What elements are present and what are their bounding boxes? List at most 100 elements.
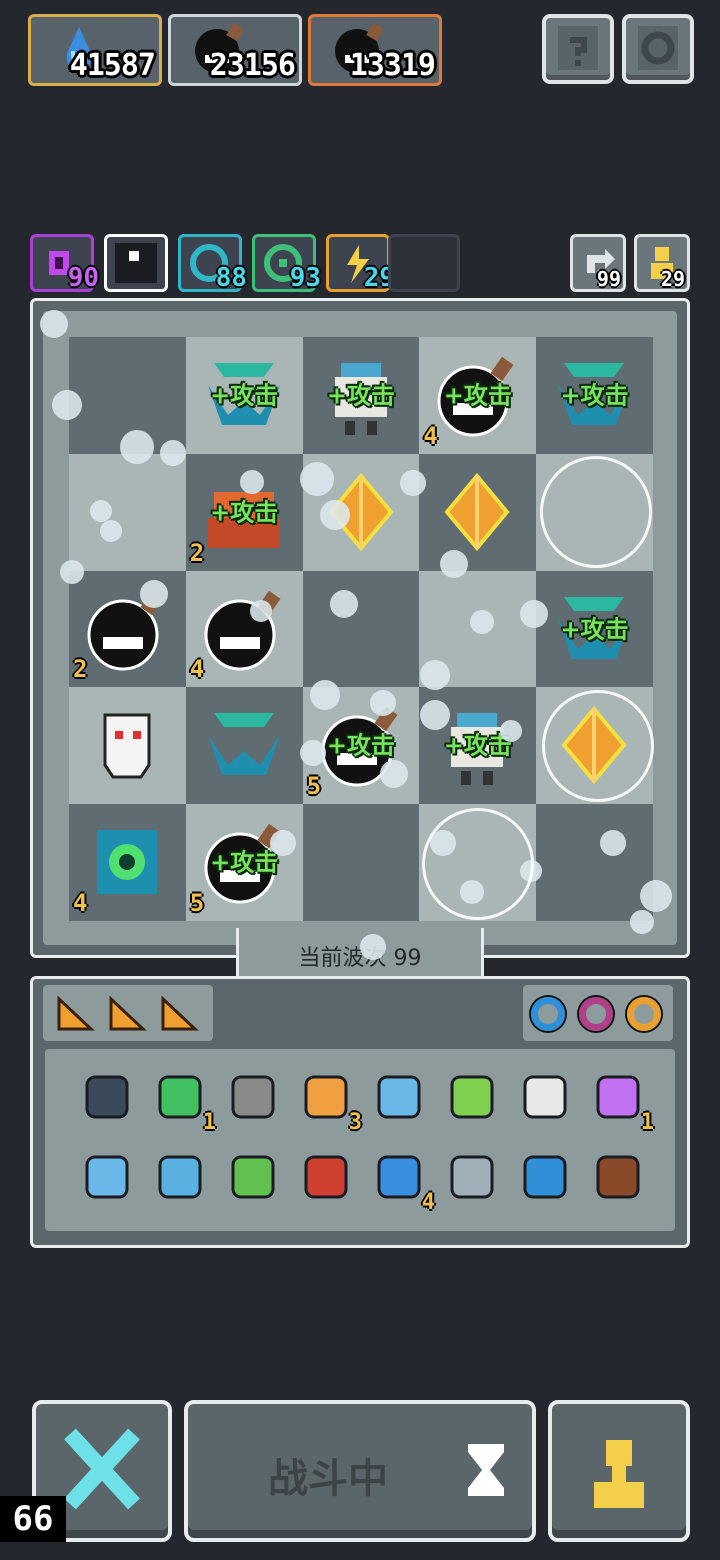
shield-icon[interactable] xyxy=(77,1067,137,1127)
snow-particle xyxy=(500,720,522,742)
board-cell[interactable]: +攻击 xyxy=(185,337,303,454)
snow-particle xyxy=(330,590,358,618)
board-cell[interactable]: +攻击 4 xyxy=(419,337,537,454)
battle-status-button[interactable]: 战斗中 xyxy=(184,1400,536,1542)
pawn-button[interactable]: 29 xyxy=(634,234,690,292)
snow-particle xyxy=(400,470,426,496)
attack-buff-label: +攻击 xyxy=(326,381,396,410)
currency-skull-orange: 13319 xyxy=(308,14,442,86)
pawn-count: 29 xyxy=(660,267,685,291)
molecule-icon[interactable] xyxy=(150,1147,210,1207)
attack-buff-label: +攻击 xyxy=(210,381,279,410)
board-cell[interactable]: +攻击 xyxy=(536,570,653,688)
attack-buff-label: +攻击 xyxy=(326,731,396,760)
skill-cyan-slot[interactable]: 88 xyxy=(178,234,247,293)
ring-tray xyxy=(523,985,673,1041)
inventory-items: 1 3 1 4 xyxy=(45,1049,675,1231)
star-flare-icon[interactable]: 1 xyxy=(588,1067,654,1135)
hourglass-icon xyxy=(468,1444,504,1496)
battle-status-label: 战斗中 xyxy=(268,1456,388,1502)
skill-purple-slot[interactable]: 90 xyxy=(30,234,99,293)
currency-value: 41587 xyxy=(69,48,156,83)
snow-particle xyxy=(60,560,84,584)
range-ring xyxy=(422,808,534,920)
dice-icon xyxy=(115,243,157,283)
skill-count: 90 xyxy=(67,263,99,293)
currency-water: 41587 xyxy=(28,14,162,86)
pawn-action-button[interactable] xyxy=(548,1400,690,1542)
triangle-shard-icon[interactable] xyxy=(105,993,149,1033)
mushroom-icon[interactable]: 3 xyxy=(296,1067,362,1135)
snow-particle xyxy=(300,462,334,496)
board-cell[interactable]: 2 xyxy=(69,570,186,688)
snow-particle xyxy=(360,934,386,960)
gear-icon xyxy=(638,26,678,70)
board-cell[interactable] xyxy=(302,804,420,921)
board-cell[interactable] xyxy=(536,804,653,921)
skill-empty-slot xyxy=(388,234,460,292)
portal-unit-icon xyxy=(77,812,177,912)
triangle-shard-icon[interactable] xyxy=(157,993,201,1033)
attack-buff-label: +攻击 xyxy=(560,381,629,410)
skill-count: 93 xyxy=(289,263,321,293)
help-icon xyxy=(558,26,598,70)
cake-icon[interactable] xyxy=(442,1147,502,1207)
treasure-chest-icon[interactable] xyxy=(588,1147,648,1207)
board-cell[interactable]: +攻击 5 xyxy=(185,804,303,921)
unit-level: 5 xyxy=(306,772,322,801)
snow-particle xyxy=(440,550,468,578)
snow-particle xyxy=(470,610,494,634)
snow-particle xyxy=(420,700,450,730)
attack-buff-label: +攻击 xyxy=(210,848,279,877)
emerald-icon[interactable]: 1 xyxy=(150,1067,216,1135)
gold-ring-icon[interactable] xyxy=(627,997,661,1031)
unit-level: 2 xyxy=(189,538,205,567)
board-cell[interactable]: +攻击 xyxy=(536,337,653,454)
skill-count: 88 xyxy=(215,263,247,293)
refresh-button[interactable]: 99 xyxy=(570,234,626,292)
board-cell[interactable]: 4 xyxy=(69,804,186,921)
board-cell[interactable] xyxy=(69,453,186,571)
board-cell[interactable] xyxy=(419,453,537,571)
help-button[interactable] xyxy=(542,14,614,84)
skill-orange-slot[interactable]: 29 xyxy=(326,234,395,293)
blue-ring-icon[interactable] xyxy=(531,997,565,1031)
snow-particle xyxy=(52,390,82,420)
blue-coin-icon[interactable] xyxy=(515,1147,575,1207)
shard-tray xyxy=(43,985,213,1041)
purple-ring-icon[interactable] xyxy=(579,997,613,1031)
board-cell[interactable] xyxy=(302,570,420,688)
maple-leaf-icon[interactable] xyxy=(296,1147,356,1207)
green-orb-icon[interactable] xyxy=(223,1147,283,1207)
hammer-icon[interactable] xyxy=(223,1067,283,1127)
eye-icon[interactable] xyxy=(515,1067,575,1127)
item-count: 3 xyxy=(348,1110,362,1135)
skill-dice-slot[interactable] xyxy=(104,234,168,292)
board-cell[interactable]: +攻击 xyxy=(302,337,420,454)
skill-green-slot[interactable]: 93 xyxy=(252,234,321,293)
inventory-panel: 1 3 1 4 xyxy=(30,976,690,1248)
range-ring xyxy=(540,456,652,568)
board-cell[interactable]: 4 xyxy=(185,570,303,688)
unit-level: 5 xyxy=(189,888,205,917)
ghost-unit-icon xyxy=(77,695,177,795)
currency-value: 13319 xyxy=(349,48,436,83)
potion-icon[interactable] xyxy=(442,1067,502,1127)
drone-unit-icon xyxy=(194,695,294,795)
snow-particle xyxy=(240,470,264,494)
range-ring xyxy=(542,690,654,802)
board-cell[interactable] xyxy=(185,687,303,805)
snow-particle xyxy=(380,760,408,788)
bottle-icon[interactable] xyxy=(77,1147,137,1207)
water-drop-icon[interactable]: 4 xyxy=(369,1147,435,1215)
snow-particle xyxy=(100,520,122,542)
board-cell[interactable] xyxy=(69,687,186,805)
snow-particle xyxy=(520,600,548,628)
refresh-count: 99 xyxy=(596,267,621,291)
fish-icon[interactable] xyxy=(369,1067,429,1127)
settings-button[interactable] xyxy=(622,14,694,84)
attack-buff-label: +攻击 xyxy=(210,498,279,527)
snow-particle xyxy=(420,660,450,690)
snow-particle xyxy=(90,500,112,522)
triangle-shard-icon[interactable] xyxy=(53,993,97,1033)
